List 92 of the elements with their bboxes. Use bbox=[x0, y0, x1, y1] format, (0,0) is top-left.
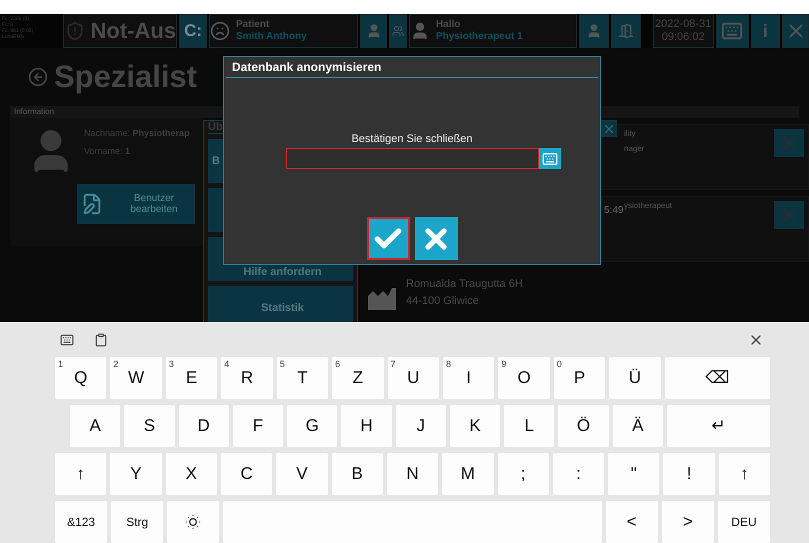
keyboard-key[interactable]: Ü bbox=[609, 357, 661, 399]
person-icon bbox=[366, 23, 382, 39]
keyboard-key[interactable]: Ö bbox=[558, 405, 609, 447]
keyboard-key[interactable]: 8 I bbox=[442, 357, 494, 399]
keyboard-key[interactable]: " bbox=[608, 453, 660, 495]
keyboard-key[interactable]: M bbox=[442, 453, 494, 495]
greeting-text: Hallo bbox=[436, 19, 462, 31]
address-line: Romualda Traugutta 6H bbox=[406, 278, 523, 290]
factory-icon bbox=[368, 286, 396, 310]
cancel-button[interactable] bbox=[414, 217, 458, 260]
page-title: Spezialist bbox=[54, 59, 197, 95]
key-hint: 2 bbox=[113, 359, 118, 369]
confirm-button[interactable] bbox=[366, 217, 410, 260]
keyboard-key[interactable]: 1 Q bbox=[55, 357, 106, 399]
keyboard-key[interactable]: G bbox=[287, 405, 338, 447]
keyboard-key[interactable]: ! bbox=[663, 453, 715, 495]
keyboard-icon bbox=[721, 20, 744, 42]
prompt-text: Bestätigen Sie schließen bbox=[351, 133, 473, 145]
face-icon bbox=[210, 21, 230, 41]
keyboard-key[interactable]: 9 O bbox=[498, 357, 550, 399]
key-hint: 8 bbox=[446, 359, 451, 369]
key-hint: 4 bbox=[224, 359, 230, 369]
dialog-title: Datenbank anonymisieren bbox=[226, 57, 598, 78]
keyboard-key[interactable]: A bbox=[70, 405, 120, 447]
keyboard-key[interactable]: ↵ bbox=[666, 405, 770, 447]
keyboard-key[interactable]: &123 bbox=[55, 501, 108, 543]
keyboard-key[interactable]: K bbox=[450, 405, 500, 447]
remove-button[interactable] bbox=[774, 201, 804, 229]
keyboard-key[interactable]: D bbox=[178, 405, 229, 447]
patient-label: Patient bbox=[236, 19, 270, 31]
brightness-key[interactable] bbox=[167, 501, 220, 543]
person-icon bbox=[586, 23, 602, 39]
keyboard-key[interactable]: C bbox=[220, 453, 272, 495]
keyboard-key[interactable]: > bbox=[662, 501, 714, 543]
keyboard-key[interactable]: J bbox=[396, 405, 446, 447]
keyboard-key[interactable]: ↑ bbox=[55, 453, 106, 495]
c-button[interactable]: C: bbox=[179, 14, 207, 48]
shield-icon bbox=[64, 21, 85, 41]
keyboard-key[interactable]: X bbox=[166, 453, 217, 495]
keyboard-key[interactable]: 2 W bbox=[110, 357, 162, 399]
logout-button[interactable] bbox=[610, 14, 641, 48]
keyboard-key[interactable]: ; bbox=[498, 453, 549, 495]
keyboard-key[interactable]: Y bbox=[110, 453, 162, 495]
profile-button[interactable] bbox=[579, 14, 609, 48]
key-hint: 5 bbox=[280, 359, 285, 369]
clipboard-icon[interactable] bbox=[94, 332, 108, 346]
input-field[interactable] bbox=[286, 148, 538, 169]
keyboard-key[interactable]: S bbox=[124, 405, 175, 447]
keyboard-key[interactable]: 7 U bbox=[388, 357, 439, 399]
patient-name: Smith Anthony bbox=[236, 31, 308, 43]
close-button[interactable] bbox=[782, 14, 809, 48]
remove-button[interactable] bbox=[774, 129, 804, 157]
key-hint: 3 bbox=[168, 359, 174, 369]
address-line: 44-100 Gliwice bbox=[406, 295, 480, 307]
keyboard-key[interactable]: Strg bbox=[111, 501, 164, 543]
close-button[interactable] bbox=[600, 120, 617, 137]
edit-icon bbox=[81, 193, 103, 215]
keyboard-key[interactable]: Ä bbox=[612, 405, 663, 447]
keyboard-settings-icon[interactable] bbox=[60, 332, 74, 346]
people-icon bbox=[392, 25, 404, 37]
keyboard-key[interactable]: : bbox=[552, 453, 604, 495]
keyboard-button[interactable] bbox=[538, 148, 560, 169]
key-hint: 7 bbox=[390, 359, 396, 369]
keyboard-key[interactable]: ↑ bbox=[718, 453, 770, 495]
user-button[interactable] bbox=[360, 14, 388, 48]
keyboard-key[interactable]: 0 P bbox=[554, 357, 606, 399]
key-hint: 6 bbox=[335, 359, 340, 369]
key-hint: 1 bbox=[58, 359, 64, 369]
keyboard-key[interactable]: N bbox=[386, 453, 438, 495]
keyboard-key[interactable]: F bbox=[232, 405, 284, 447]
key-hint: 9 bbox=[501, 359, 506, 369]
list-text: ysiotherapeut bbox=[624, 201, 674, 210]
keyboard-key[interactable]: B bbox=[332, 453, 383, 495]
door-icon bbox=[618, 23, 634, 39]
group-button[interactable] bbox=[389, 14, 407, 48]
list-text: nager bbox=[624, 144, 646, 153]
keyboard-key[interactable]: V bbox=[276, 453, 328, 495]
keyboard-key[interactable]: 3 E bbox=[166, 357, 218, 399]
keyboard-key[interactable]: L bbox=[504, 405, 554, 447]
keyboard-key[interactable]: DEU bbox=[718, 501, 770, 543]
list-text: ility bbox=[624, 129, 637, 138]
user-name: Physiotherapeut 1 bbox=[436, 31, 524, 43]
keyboard-key[interactable]: ⌫ bbox=[664, 357, 770, 399]
key-hint: 0 bbox=[556, 359, 562, 369]
back-icon[interactable] bbox=[28, 67, 48, 87]
keyboard-key[interactable]: < bbox=[606, 501, 658, 543]
keyboard-key[interactable]: 4 R bbox=[221, 357, 273, 399]
keyboard-key[interactable]: 5 T bbox=[276, 357, 328, 399]
keyboard-icon bbox=[542, 150, 558, 166]
keyboard-key[interactable]: H bbox=[341, 405, 392, 447]
keyboard-key[interactable]: 6 Z bbox=[332, 357, 384, 399]
time-text: 5:49 bbox=[604, 205, 624, 218]
